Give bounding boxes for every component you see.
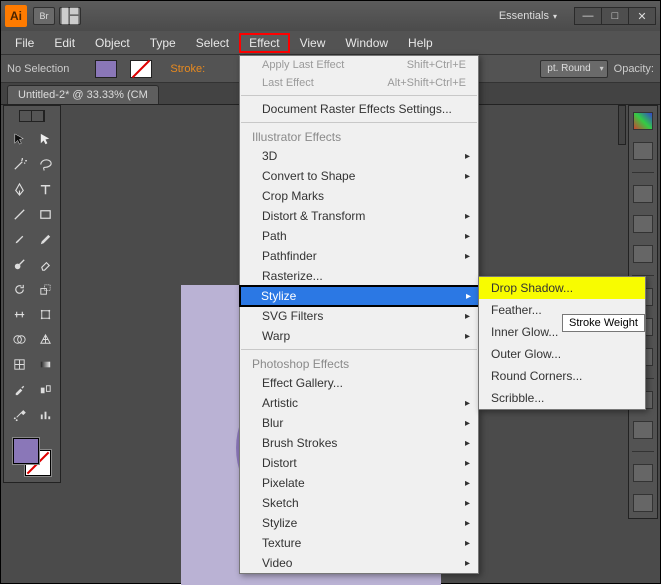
artboards-panel-icon[interactable] — [633, 494, 653, 512]
titlebar: Ai Br Essentials▾ ― □ ✕ — [1, 1, 660, 31]
menu-help[interactable]: Help — [398, 33, 443, 53]
pen-tool[interactable] — [7, 178, 31, 201]
free-transform-tool[interactable] — [33, 303, 57, 326]
menu-select[interactable]: Select — [186, 33, 239, 53]
graphic-styles-panel-icon[interactable] — [633, 421, 653, 439]
mesh-tool[interactable] — [7, 353, 31, 376]
menu-distort-transform[interactable]: Distort & Transform — [240, 206, 478, 226]
header-illustrator-effects: Illustrator Effects — [240, 126, 478, 146]
menu-blur[interactable]: Blur — [240, 413, 478, 433]
app-logo: Ai — [5, 5, 27, 27]
toolbox-collapse[interactable] — [19, 110, 45, 122]
menu-stylize-photoshop[interactable]: Stylize — [240, 513, 478, 533]
bridge-button[interactable]: Br — [33, 7, 55, 25]
menu-file[interactable]: File — [5, 33, 44, 53]
menu-stylize-illustrator[interactable]: Stylize — [239, 285, 479, 307]
opacity-label[interactable]: Opacity: — [614, 63, 654, 75]
menu-object[interactable]: Object — [85, 33, 140, 53]
menu-warp[interactable]: Warp — [240, 326, 478, 346]
direct-selection-tool[interactable] — [33, 128, 57, 151]
menu-svg-filters[interactable]: SVG Filters — [240, 306, 478, 326]
stylize-submenu: Drop Shadow... Feather... Inner Glow... … — [478, 276, 646, 410]
panel-collapse-handle[interactable] — [618, 105, 626, 145]
graph-tool[interactable] — [33, 403, 57, 426]
stroke-swatch[interactable] — [130, 60, 152, 78]
blend-tool[interactable] — [33, 378, 57, 401]
symbol-sprayer-tool[interactable] — [7, 403, 31, 426]
menubar: File Edit Object Type Select Effect View… — [1, 31, 660, 55]
eraser-tool[interactable] — [33, 253, 57, 276]
selection-tool[interactable] — [7, 128, 31, 151]
submenu-round-corners[interactable]: Round Corners... — [479, 365, 645, 387]
menu-rasterize[interactable]: Rasterize... — [240, 266, 478, 286]
shape-builder-tool[interactable] — [7, 328, 31, 351]
magic-wand-tool[interactable] — [7, 153, 31, 176]
menu-path[interactable]: Path — [240, 226, 478, 246]
menu-raster-settings[interactable]: Document Raster Effects Settings... — [240, 99, 478, 119]
menu-video[interactable]: Video — [240, 553, 478, 573]
arrange-docs-button[interactable] — [59, 7, 81, 25]
menu-type[interactable]: Type — [140, 33, 186, 53]
line-tool[interactable] — [7, 203, 31, 226]
menu-distort[interactable]: Distort — [240, 453, 478, 473]
tooltip-stroke-weight: Stroke Weight — [562, 314, 645, 332]
fill-stroke-box[interactable] — [11, 436, 53, 478]
menu-texture[interactable]: Texture — [240, 533, 478, 553]
maximize-button[interactable]: □ — [601, 7, 629, 25]
lasso-tool[interactable] — [33, 153, 57, 176]
selection-status: No Selection — [7, 63, 69, 75]
menu-effect[interactable]: Effect — [239, 33, 289, 53]
minimize-button[interactable]: ― — [574, 7, 602, 25]
fill-swatch[interactable] — [95, 60, 117, 78]
color-panel-icon[interactable] — [633, 112, 653, 130]
submenu-drop-shadow[interactable]: Drop Shadow... — [479, 277, 645, 299]
menu-pathfinder[interactable]: Pathfinder — [240, 246, 478, 266]
color-guide-panel-icon[interactable] — [633, 142, 653, 160]
type-tool[interactable] — [33, 178, 57, 201]
rectangle-tool[interactable] — [33, 203, 57, 226]
rotate-tool[interactable] — [7, 278, 31, 301]
menu-pixelate[interactable]: Pixelate — [240, 473, 478, 493]
width-tool[interactable] — [7, 303, 31, 326]
menu-view[interactable]: View — [290, 33, 336, 53]
toolbox — [3, 105, 61, 483]
menu-artistic[interactable]: Artistic — [240, 393, 478, 413]
menu-sketch[interactable]: Sketch — [240, 493, 478, 513]
menu-edit[interactable]: Edit — [44, 33, 85, 53]
perspective-tool[interactable] — [33, 328, 57, 351]
symbols-panel-icon[interactable] — [633, 245, 653, 263]
workspace-switcher[interactable]: Essentials▾ — [493, 8, 563, 24]
layers-panel-icon[interactable] — [633, 464, 653, 482]
app-window: Ai Br Essentials▾ ― □ ✕ File Edit Object… — [0, 0, 661, 584]
paintbrush-tool[interactable] — [7, 228, 31, 251]
close-button[interactable]: ✕ — [628, 7, 656, 25]
effect-menu-dropdown: Apply Last EffectShift+Ctrl+E Last Effec… — [239, 55, 479, 574]
gradient-tool[interactable] — [33, 353, 57, 376]
menu-effect-gallery[interactable]: Effect Gallery... — [240, 373, 478, 393]
blob-brush-tool[interactable] — [7, 253, 31, 276]
menu-crop-marks[interactable]: Crop Marks — [240, 186, 478, 206]
menu-brush-strokes[interactable]: Brush Strokes — [240, 433, 478, 453]
fill-color[interactable] — [13, 438, 39, 464]
eyedropper-tool[interactable] — [7, 378, 31, 401]
menu-3d[interactable]: 3D — [240, 146, 478, 166]
header-photoshop-effects: Photoshop Effects — [240, 353, 478, 373]
stroke-label: Stroke: — [170, 63, 205, 75]
scale-tool[interactable] — [33, 278, 57, 301]
menu-convert-to-shape[interactable]: Convert to Shape — [240, 166, 478, 186]
menu-last-effect: Last EffectAlt+Shift+Ctrl+E — [240, 74, 478, 92]
cap-dropdown[interactable]: pt. Round — [540, 60, 607, 78]
pencil-tool[interactable] — [33, 228, 57, 251]
submenu-scribble[interactable]: Scribble... — [479, 387, 645, 409]
menu-apply-last-effect: Apply Last EffectShift+Ctrl+E — [240, 56, 478, 74]
swatches-panel-icon[interactable] — [633, 185, 653, 203]
document-tab[interactable]: Untitled-2* @ 33.33% (CM — [7, 85, 159, 104]
menu-window[interactable]: Window — [335, 33, 398, 53]
submenu-outer-glow[interactable]: Outer Glow... — [479, 343, 645, 365]
brushes-panel-icon[interactable] — [633, 215, 653, 233]
